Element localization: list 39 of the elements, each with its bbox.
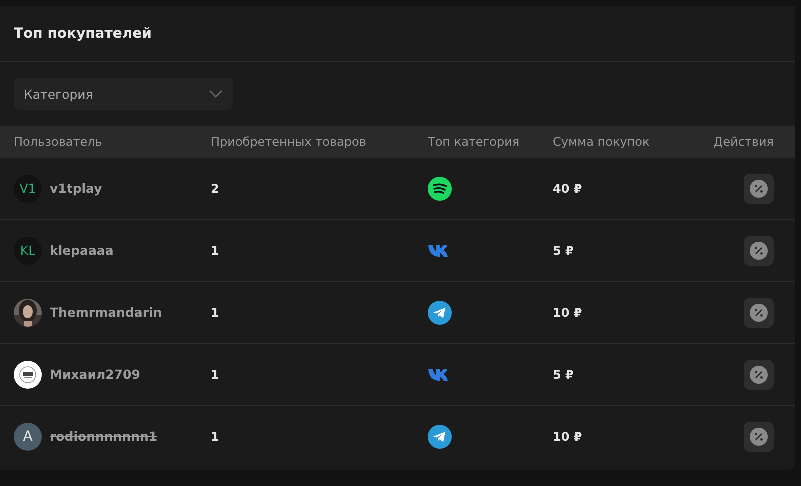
- avatar: A: [14, 422, 42, 450]
- avatar: KL: [14, 236, 42, 264]
- action-button[interactable]: [744, 422, 774, 452]
- user-name: Themrmandarin: [50, 305, 162, 320]
- column-header: Пользователь: [14, 135, 104, 149]
- action-button[interactable]: [744, 360, 774, 390]
- category-dropdown[interactable]: Категория: [14, 78, 233, 110]
- table-cell: 1: [211, 430, 220, 444]
- user-name: v1tplay: [50, 181, 102, 196]
- percent-icon: [750, 428, 768, 446]
- table-cell: 40 ₽: [553, 182, 582, 196]
- table-cell: 5 ₽: [553, 244, 574, 258]
- column-header: Действия: [714, 135, 774, 149]
- sound-waves-icon: [428, 176, 452, 200]
- user-name: klepaaaa: [50, 243, 114, 258]
- chevron-down-icon: [209, 90, 223, 98]
- user-name: Михаил2709: [50, 367, 140, 382]
- action-button[interactable]: [744, 298, 774, 328]
- avatar: V1: [14, 174, 42, 202]
- table-cell: 1: [211, 306, 220, 320]
- card-title: Топ покупателей: [14, 26, 152, 42]
- percent-icon: [750, 180, 768, 198]
- table-cell: 10 ₽: [553, 306, 582, 320]
- table-cell: 1: [211, 368, 220, 382]
- column-header: Приобретенных товаров: [211, 135, 368, 149]
- table-cell: 2: [211, 182, 220, 196]
- action-button[interactable]: [744, 174, 774, 204]
- table-cell: 10 ₽: [553, 430, 582, 444]
- percent-icon: [750, 366, 768, 384]
- paper-plane-icon: [428, 300, 452, 324]
- column-header: Топ категория: [428, 135, 521, 149]
- action-button[interactable]: [744, 236, 774, 266]
- paper-plane-icon: [428, 424, 452, 448]
- percent-icon: [750, 242, 768, 260]
- table-cell: 5 ₽: [553, 368, 574, 382]
- column-header: Сумма покупок: [553, 135, 651, 149]
- table-cell: 1: [211, 244, 220, 258]
- user-name: rodionnnnnnn1: [50, 429, 158, 444]
- percent-icon: [750, 304, 768, 322]
